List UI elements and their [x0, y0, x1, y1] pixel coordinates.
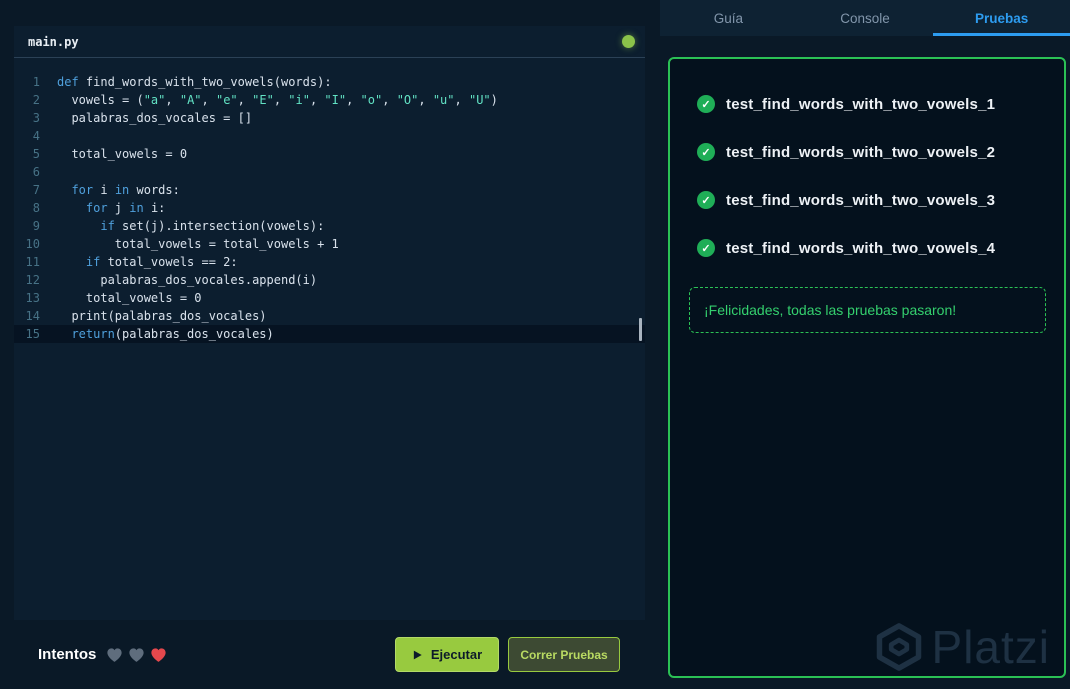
test-result-row: ✓ test_find_words_with_two_vowels_1 — [697, 95, 1064, 113]
test-result-row: ✓ test_find_words_with_two_vowels_4 — [697, 239, 1064, 257]
side-panel: Guía Console Pruebas ✓ test_find_words_with… — [660, 0, 1070, 689]
code-line[interactable]: 7 for i in words: — [14, 181, 645, 199]
code-line-text: print(palabras_dos_vocales) — [57, 309, 267, 323]
check-icon: ✓ — [697, 95, 715, 113]
code-line[interactable]: 6 — [14, 163, 645, 181]
code-line-text: if total_vowels == 2: — [57, 255, 238, 269]
code-line-text: palabras_dos_vocales.append(i) — [57, 273, 318, 287]
check-icon: ✓ — [697, 143, 715, 161]
code-line-text: palabras_dos_vocales = [] — [57, 111, 253, 125]
code-line[interactable]: 13 total_vowels = 0 — [14, 289, 645, 307]
run-button-label: Ejecutar — [430, 647, 483, 662]
line-number: 15 — [25, 327, 40, 341]
line-number: 13 — [25, 291, 40, 305]
code-line[interactable]: 11 if total_vowels == 2: — [14, 253, 645, 271]
code-line-text: total_vowels = 0 — [57, 291, 202, 305]
heart-icon — [106, 647, 123, 663]
heart-icon — [128, 647, 145, 663]
platzi-watermark: Platzi — [874, 620, 1050, 674]
line-number: 12 — [25, 273, 40, 287]
code-editor: main.py 1 def find_words_with_two_vowels(… — [14, 26, 645, 620]
test-result-row: ✓ test_find_words_with_two_vowels_3 — [697, 191, 1064, 209]
code-area[interactable]: 1 def find_words_with_two_vowels(words): 2… — [14, 58, 645, 343]
line-number: 8 — [32, 201, 40, 215]
line-number: 6 — [32, 165, 40, 179]
line-number: 1 — [32, 75, 40, 89]
code-line-text: return(palabras_dos_vocales) — [57, 327, 274, 341]
code-line[interactable]: 1 def find_words_with_two_vowels(words): — [14, 73, 645, 91]
footer-buttons: Ejecutar Correr Pruebas — [395, 637, 620, 672]
test-name: test_find_words_with_two_vowels_2 — [726, 143, 996, 161]
code-line-text: for j in i: — [57, 201, 166, 215]
line-number: 4 — [32, 129, 40, 143]
check-icon: ✓ — [697, 191, 715, 209]
status-dot-icon — [622, 35, 635, 48]
code-line[interactable]: 14 print(palabras_dos_vocales) — [14, 307, 645, 325]
run-tests-button[interactable]: Correr Pruebas — [508, 637, 620, 672]
code-line-text: total_vowels = total_vowels + 1 — [57, 237, 339, 251]
tab-console[interactable]: Console — [797, 0, 934, 36]
tab-pruebas[interactable]: Pruebas — [933, 0, 1070, 36]
check-icon: ✓ — [697, 239, 715, 257]
code-line-text: vowels = ("a", "A", "e", "E", "i", "I", … — [57, 93, 498, 107]
code-line-text: for i in words: — [57, 183, 180, 197]
tab-bar: Guía Console Pruebas — [660, 0, 1070, 36]
heart-icon — [150, 647, 167, 663]
test-results-list: ✓ test_find_words_with_two_vowels_1 ✓ test_… — [670, 95, 1064, 257]
line-number: 10 — [25, 237, 40, 251]
run-tests-label: Correr Pruebas — [520, 647, 608, 662]
test-name: test_find_words_with_two_vowels_4 — [726, 239, 996, 257]
code-line[interactable]: 10 total_vowels = total_vowels + 1 — [14, 235, 645, 253]
playground-app: main.py 1 def find_words_with_two_vowels(… — [0, 0, 1070, 689]
code-line[interactable]: 15 return(palabras_dos_vocales) — [14, 325, 645, 343]
attempts-label: Intentos — [38, 646, 97, 663]
code-line[interactable]: 5 total_vowels = 0 — [14, 145, 645, 163]
attempts-hearts — [106, 647, 167, 663]
tests-panel: ✓ test_find_words_with_two_vowels_1 ✓ test_… — [668, 57, 1066, 678]
congrats-box: ¡Felicidades, todas las pruebas pasaron! — [689, 287, 1046, 333]
code-line[interactable]: 4 — [14, 127, 645, 145]
code-line[interactable]: 9 if set(j).intersection(vowels): — [14, 217, 645, 235]
play-icon — [412, 649, 423, 661]
run-button[interactable]: Ejecutar — [395, 637, 499, 672]
line-number: 3 — [32, 111, 40, 125]
code-line-text: def find_words_with_two_vowels(words): — [57, 75, 332, 89]
editor-header: main.py — [14, 26, 645, 58]
line-number: 2 — [32, 93, 40, 107]
line-number: 7 — [32, 183, 40, 197]
line-number: 5 — [32, 147, 40, 161]
scrollbar-marker[interactable] — [639, 318, 642, 341]
editor-footer: Intentos Ejecutar Correr Pruebas — [14, 620, 620, 689]
watermark-text: Platzi — [931, 621, 1050, 673]
tab-guia[interactable]: Guía — [660, 0, 797, 36]
code-line[interactable]: 12 palabras_dos_vocales.append(i) — [14, 271, 645, 289]
test-result-row: ✓ test_find_words_with_two_vowels_2 — [697, 143, 1064, 161]
code-line[interactable]: 3 palabras_dos_vocales = [] — [14, 109, 645, 127]
line-number: 9 — [32, 219, 40, 233]
file-name: main.py — [28, 34, 79, 49]
test-name: test_find_words_with_two_vowels_1 — [726, 95, 996, 113]
line-number: 11 — [25, 255, 40, 269]
code-line[interactable]: 2 vowels = ("a", "A", "e", "E", "i", "I"… — [14, 91, 645, 109]
code-line-text: total_vowels = 0 — [57, 147, 188, 161]
line-number: 14 — [25, 309, 40, 323]
code-line[interactable]: 8 for j in i: — [14, 199, 645, 217]
congrats-message: ¡Felicidades, todas las pruebas pasaron! — [704, 302, 957, 318]
code-line-text: if set(j).intersection(vowels): — [57, 219, 325, 233]
platzi-logo-icon — [874, 620, 924, 674]
test-name: test_find_words_with_two_vowels_3 — [726, 191, 996, 209]
editor-pane: main.py 1 def find_words_with_two_vowels(… — [0, 0, 660, 689]
